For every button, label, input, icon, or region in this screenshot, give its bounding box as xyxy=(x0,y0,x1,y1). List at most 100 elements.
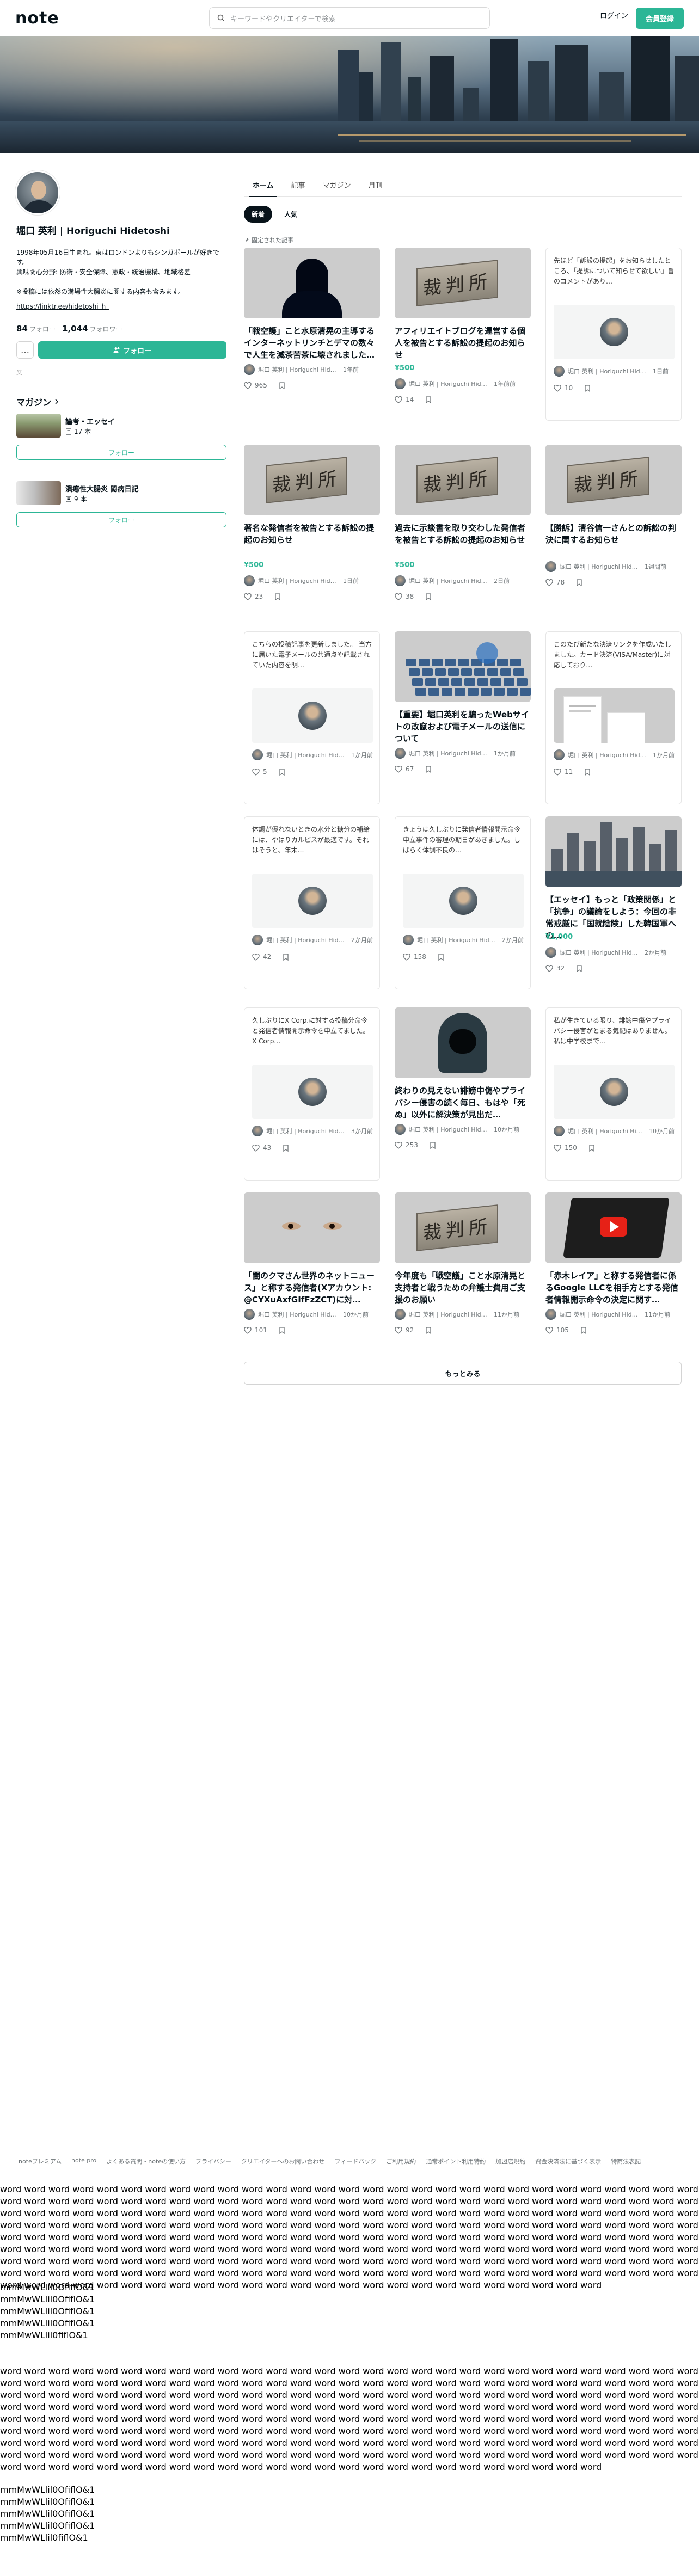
magazine-follow-button[interactable]: フォロー xyxy=(16,512,226,527)
social-icon[interactable]: 又 xyxy=(16,368,22,377)
article-excerpt[interactable]: きょうは久しぶりに発信者情報開示命令申立事件の審理の期日があきました。しばらく体… xyxy=(403,825,524,856)
article-card[interactable]: 裁判所 過去に示談書を取り交わした発信者を被告とする訴訟の提起のお知らせ ¥500 堀… xyxy=(395,445,531,619)
article-thumbnail[interactable] xyxy=(545,816,682,887)
bookmark-icon[interactable] xyxy=(437,953,445,961)
footer-link[interactable]: フィードバック xyxy=(334,2157,376,2166)
bookmark-icon[interactable] xyxy=(278,382,286,389)
author-name[interactable]: 堀口 英利 | Horiguchi Hidetoshi xyxy=(409,1125,490,1134)
article-thumbnail[interactable] xyxy=(395,631,531,702)
tab-articles[interactable]: 記事 xyxy=(283,173,314,196)
bookmark-icon[interactable] xyxy=(429,1141,437,1149)
heart-icon[interactable] xyxy=(252,953,260,961)
article-title[interactable]: 過去に示談書を取り交わした発信者を被告とする訴訟の提起のお知らせ xyxy=(395,522,531,546)
footer-link[interactable]: 資金決済法に基づく表示 xyxy=(535,2157,601,2166)
text-card[interactable]: 私が生きている限り、誹謗中傷やプライバシー侵害がとまる気配はありません。私は中学… xyxy=(545,1007,682,1181)
article-title[interactable]: 【重要】堀口英利を騙ったWebサイトの改竄および電子メールの送信について xyxy=(395,709,531,745)
article-card[interactable]: このたび新たな決済リンクを作成いたしました。カード決済(VISA/Master)… xyxy=(545,631,682,806)
tab-home[interactable]: ホーム xyxy=(244,173,283,197)
text-card[interactable]: 久しぶりにX Corp.に対する投稿分命令と発信者情報開示命令を申立てました。X… xyxy=(244,1007,380,1181)
footer-link[interactable]: ご利用規約 xyxy=(386,2157,416,2166)
avatar[interactable] xyxy=(403,935,414,945)
sort-newest[interactable]: 新着 xyxy=(244,206,273,223)
follower-label[interactable]: フォロワー xyxy=(89,325,122,333)
avatar[interactable] xyxy=(395,1124,406,1135)
author-name[interactable]: 堀口 英利 | Horiguchi Hidetoshi xyxy=(266,1127,348,1135)
article-excerpt[interactable]: 体調が優れないときの水分と糖分の補給には、やはりカルピスが最適です。それはそうと… xyxy=(252,825,373,856)
bookmark-icon[interactable] xyxy=(588,1144,596,1152)
article-card[interactable]: 久しぶりにX Corp.に対する投稿分命令と発信者情報開示命令を申立てました。X… xyxy=(244,1007,380,1182)
login-button[interactable]: ログイン xyxy=(600,10,628,20)
article-title[interactable]: 「闇のクマさん世界のネットニュース」と称する発信者(Xアカウント: @CYXuA… xyxy=(244,1270,380,1306)
footer-link[interactable]: noteプレミアム xyxy=(19,2157,62,2166)
bookmark-icon[interactable] xyxy=(575,579,583,586)
text-card[interactable]: 先ほど「訴訟の提起」をお知らせしたところ、「提訴について知らせて欲しい」旨のコメ… xyxy=(545,248,682,421)
author-name[interactable]: 堀口 英利 | Horiguchi Hidetoshi xyxy=(560,948,641,957)
footer-link[interactable]: プライバシー xyxy=(195,2157,231,2166)
article-card[interactable]: 「闇のクマさん世界のネットニュース」と称する発信者(Xアカウント: @CYXuA… xyxy=(244,1192,380,1367)
profile-link[interactable]: https://linktr.ee/hidetoshi_h_ xyxy=(16,303,109,310)
heart-icon[interactable] xyxy=(554,384,561,392)
article-title[interactable]: 著名な発信者を被告とする訴訟の提起のお知らせ xyxy=(244,522,380,546)
article-card[interactable]: 終わりの見えない誹謗中傷やプライバシー侵害の続く毎日、もはや「死ぬ」以外に解決策… xyxy=(395,1007,531,1182)
article-title[interactable]: 「戦空護」こと水原清晃の主導するインターネットリンチとデマの数々で人生を滅茶苦茶… xyxy=(244,325,380,361)
author-name[interactable]: 堀口 英利 | Horiguchi Hidetoshi xyxy=(409,576,490,585)
author-name[interactable]: 堀口 英利 | Horiguchi Hidetoshi xyxy=(568,751,649,759)
heart-icon[interactable] xyxy=(252,1144,260,1152)
avatar[interactable] xyxy=(395,575,406,586)
article-thumbnail[interactable] xyxy=(244,248,380,318)
author-name[interactable]: 堀口 英利 | Horiguchi Hidetoshi xyxy=(258,576,340,585)
tab-monthly[interactable]: 月刊 xyxy=(360,173,391,196)
article-card[interactable]: 【重要】堀口英利を騙ったWebサイトの改竄および電子メールの送信について 堀口 英… xyxy=(395,631,531,806)
article-thumbnail[interactable] xyxy=(545,1192,682,1263)
avatar[interactable] xyxy=(554,1126,565,1136)
article-card[interactable]: 【エッセイ】もっと「政策関係」と「抗争」の議論をしよう：今回の非常戒厳に「国就陰… xyxy=(545,816,682,991)
magazine-item[interactable]: 論考・エッセイ 17 本 フォロー xyxy=(16,414,228,463)
follow-label[interactable]: フォロー xyxy=(29,325,56,333)
avatar[interactable] xyxy=(252,935,263,945)
avatar[interactable] xyxy=(554,749,565,760)
article-excerpt[interactable]: こちらの投稿記事を更新しました。 当方に届いた電子メールの共通点や記載されていた… xyxy=(252,640,373,671)
article-card[interactable]: こちらの投稿記事を更新しました。 当方に届いた電子メールの共通点や記載されていた… xyxy=(244,631,380,806)
article-thumbnail[interactable]: 裁判所 xyxy=(395,248,531,318)
text-card[interactable]: このたび新たな決済リンクを作成いたしました。カード決済(VISA/Master)… xyxy=(545,631,682,804)
follow-count[interactable]: 84 xyxy=(16,324,28,334)
text-card[interactable]: きょうは久しぶりに発信者情報開示命令申立事件の審理の期日があきました。しばらく体… xyxy=(395,816,531,989)
bookmark-icon[interactable] xyxy=(584,768,591,776)
tab-magazines[interactable]: マガジン xyxy=(314,173,360,196)
bookmark-icon[interactable] xyxy=(575,964,583,972)
footer-link[interactable]: クリエイターへのお問い合わせ xyxy=(241,2157,325,2166)
heart-icon[interactable] xyxy=(395,396,402,403)
heart-icon[interactable] xyxy=(554,768,561,776)
author-name[interactable]: 堀口 英利 | Horiguchi Hidetoshi xyxy=(409,1310,490,1319)
author-name[interactable]: 堀口 英利 | Horiguchi Hidetoshi xyxy=(560,1310,641,1319)
text-card[interactable]: 体調が優れないときの水分と糖分の補給には、やはりカルピスが最適です。それはそうと… xyxy=(244,816,380,989)
bookmark-icon[interactable] xyxy=(584,384,591,392)
author-name[interactable]: 堀口 英利 | Horiguchi Hidetoshi xyxy=(258,365,340,374)
heart-icon[interactable] xyxy=(545,579,553,586)
avatar[interactable] xyxy=(244,575,255,586)
magazine-title[interactable]: 論考・エッセイ xyxy=(65,416,115,426)
article-card[interactable]: 「戦空護」こと水原清晃の主導するインターネットリンチとデマの数々で人生を滅茶苦茶… xyxy=(244,248,380,422)
bookmark-icon[interactable] xyxy=(425,1326,432,1334)
heart-icon[interactable] xyxy=(545,1326,553,1334)
article-title[interactable]: 「赤木レイア」と称する発信者に係るGoogle LLCを相手方とする発信者情報開… xyxy=(545,1270,682,1306)
bookmark-icon[interactable] xyxy=(425,765,432,773)
heart-icon[interactable] xyxy=(554,1144,561,1152)
author-name[interactable]: 堀口 英利 | Horiguchi Hidetoshi xyxy=(568,367,649,376)
bookmark-icon[interactable] xyxy=(278,1326,286,1334)
follow-button[interactable]: フォロー xyxy=(38,341,226,359)
avatar[interactable] xyxy=(244,1309,255,1320)
heart-icon[interactable] xyxy=(395,593,402,600)
sort-popular[interactable]: 人気 xyxy=(277,206,305,223)
magazine-heading[interactable]: マガジン xyxy=(16,395,59,408)
author-name[interactable]: 堀口 英利 | Horiguchi Hidetoshi xyxy=(409,379,490,388)
avatar[interactable] xyxy=(244,364,255,375)
article-card[interactable]: きょうは久しぶりに発信者情報開示命令申立事件の審理の期日があきました。しばらく体… xyxy=(395,816,531,991)
signup-button[interactable]: 会員登録 xyxy=(635,8,684,29)
note-logo[interactable]: note xyxy=(15,9,59,28)
article-thumbnail[interactable]: 裁判所 xyxy=(244,445,380,515)
article-card[interactable]: 先ほど「訴訟の提起」をお知らせしたところ、「提訴について知らせて欲しい」旨のコメ… xyxy=(545,248,682,422)
article-excerpt[interactable]: このたび新たな決済リンクを作成いたしました。カード決済(VISA/Master)… xyxy=(554,640,675,671)
magazine-title[interactable]: 潰瘍性大腸炎 闘病日記 xyxy=(65,483,139,494)
author-name[interactable]: 堀口 英利 | Horiguchi Hidetoshi xyxy=(258,1310,340,1319)
